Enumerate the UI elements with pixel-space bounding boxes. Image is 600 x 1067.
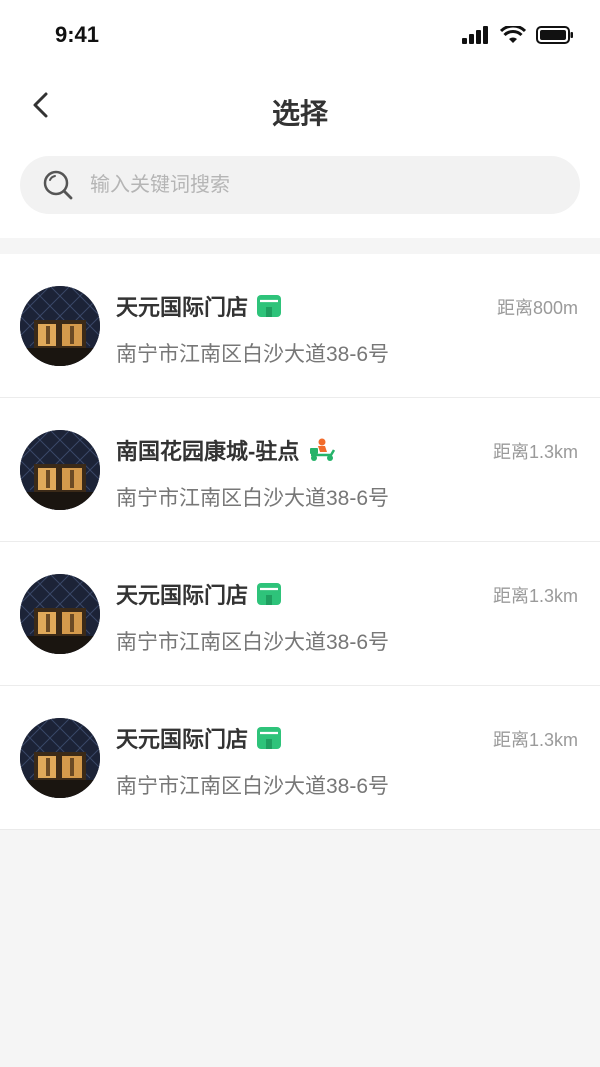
wifi-icon — [500, 26, 526, 43]
store-address: 南宁市江南区白沙大道38-6号 — [116, 631, 390, 654]
store-icon — [257, 727, 282, 749]
store-distance: 距离1.3km — [492, 730, 578, 750]
store-name: 天元国际门店 — [116, 295, 249, 320]
store-list-item[interactable]: 天元国际门店 距离1.3km 南宁市江南区白沙大道38-6号 — [0, 686, 600, 830]
store-icon — [257, 295, 282, 317]
signal-icon — [462, 26, 488, 44]
store-name-row: 天元国际门店 — [116, 722, 282, 754]
search-area — [0, 148, 600, 238]
store-name: 天元国际门店 — [116, 583, 249, 608]
store-name-row: 天元国际门店 — [116, 290, 282, 322]
store-name: 南国花园康城-驻点 — [116, 439, 300, 464]
delivery-scooter-icon — [310, 438, 336, 461]
store-list-item[interactable]: 南国花园康城-驻点 距离1.3km 南宁市江南区白沙大道38-6号 — [0, 398, 600, 542]
store-name-row: 天元国际门店 — [116, 578, 282, 610]
store-distance: 距离1.3km — [492, 586, 578, 606]
store-distance: 距离1.3km — [492, 442, 578, 462]
section-gap — [0, 238, 600, 254]
store-name-row: 南国花园康城-驻点 — [116, 434, 337, 466]
page-title: 选择 — [271, 98, 328, 129]
store-address: 南宁市江南区白沙大道38-6号 — [116, 343, 390, 366]
store-photo — [20, 574, 100, 654]
nav-bar: 选择 — [0, 72, 600, 148]
search-icon — [43, 170, 73, 200]
store-photo — [20, 430, 100, 510]
status-icons — [462, 26, 574, 44]
store-photo — [20, 718, 100, 798]
battery-icon — [536, 26, 573, 44]
store-distance: 距离800m — [496, 298, 578, 318]
store-icon — [257, 583, 282, 605]
header-area: 9:41 选择 — [0, 0, 600, 238]
store-name: 天元国际门店 — [116, 727, 249, 752]
search-bar[interactable] — [20, 156, 580, 214]
store-address: 南宁市江南区白沙大道38-6号 — [116, 487, 390, 510]
store-list-item[interactable]: 天元国际门店 距离1.3km 南宁市江南区白沙大道38-6号 — [0, 542, 600, 686]
search-input[interactable] — [88, 172, 492, 198]
status-time: 9:41 — [55, 22, 100, 47]
store-list-item[interactable]: 天元国际门店 距离800m 南宁市江南区白沙大道38-6号 — [0, 254, 600, 398]
store-photo — [20, 286, 100, 366]
store-list: 天元国际门店 距离800m 南宁市江南区白沙大道38-6号 南国花园康城-驻点 … — [0, 254, 600, 830]
store-address: 南宁市江南区白沙大道38-6号 — [116, 775, 390, 798]
status-bar: 9:41 — [0, 0, 600, 72]
